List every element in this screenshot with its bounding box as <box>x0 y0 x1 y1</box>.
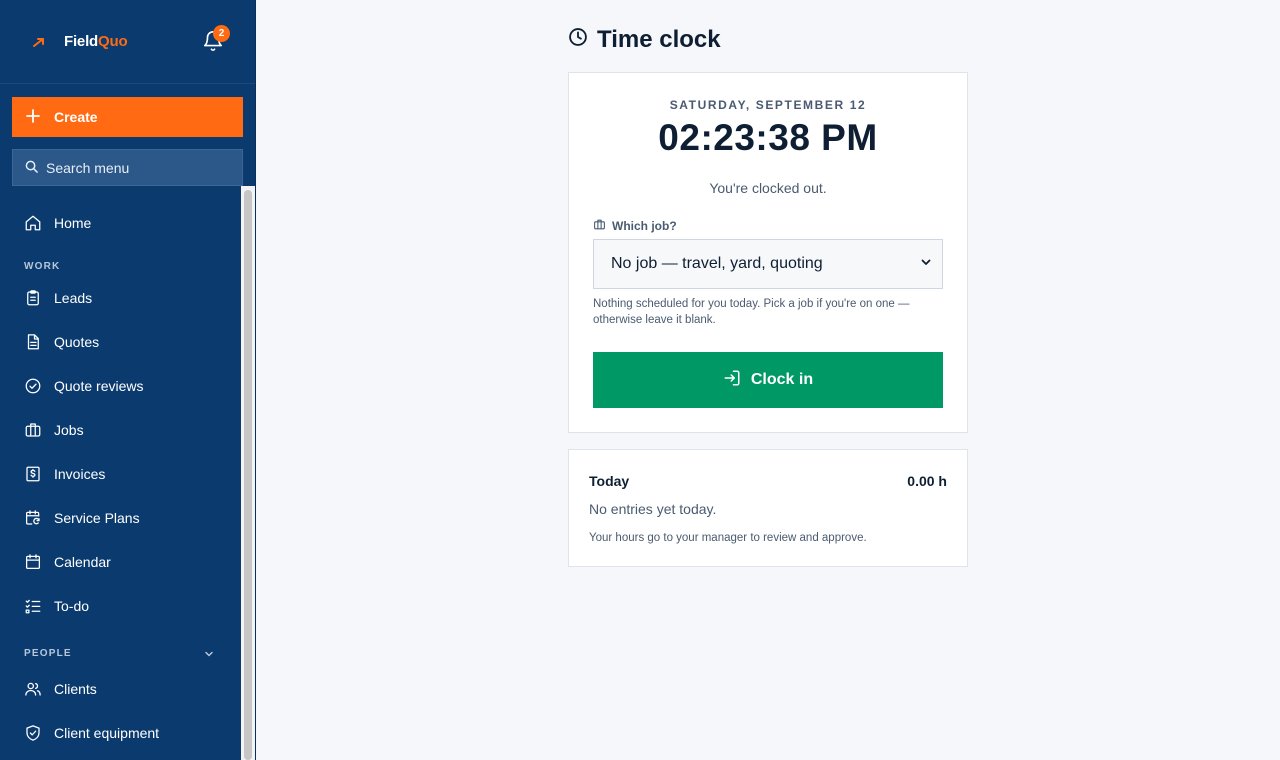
sidebar-item-label: Quotes <box>54 334 100 350</box>
invoice-dollar-icon <box>24 465 42 483</box>
home-icon <box>24 214 42 232</box>
users-icon <box>24 680 42 698</box>
search-menu-input[interactable]: Search menu <box>12 149 243 186</box>
logo-text: FieldQuo <box>64 33 128 50</box>
briefcase-icon <box>24 421 42 439</box>
sidebar-item-label: Client equipment <box>54 725 160 741</box>
create-button-label: Create <box>54 109 98 125</box>
sidebar-item-label: Clients <box>54 681 97 697</box>
document-icon <box>24 333 42 351</box>
current-date: SATURDAY, SEPTEMBER 12 <box>669 98 867 112</box>
sidebar-item-label: Service Plans <box>54 510 140 526</box>
shield-check-icon <box>24 724 42 742</box>
notification-badge: 2 <box>213 25 230 42</box>
section-label-work: WORK <box>24 261 61 272</box>
sidebar: FieldQuo 2 Create Search menu Home WORK … <box>0 0 256 760</box>
clipboard-icon <box>24 289 42 307</box>
job-field-label-text: Which job? <box>612 219 677 233</box>
check-circle-icon <box>24 377 42 395</box>
sidebar-item-service-plans[interactable]: Service Plans <box>24 506 140 530</box>
scrollbar-thumb[interactable] <box>244 190 252 760</box>
chevron-down-icon <box>920 255 932 273</box>
clock-in-label: Clock in <box>750 371 814 388</box>
calendar-icon <box>24 553 42 571</box>
sign-in-icon <box>723 369 741 392</box>
sidebar-item-quote-reviews[interactable]: Quote reviews <box>24 374 143 398</box>
sidebar-item-jobs[interactable]: Jobs <box>24 418 84 442</box>
create-button[interactable]: Create <box>12 97 243 137</box>
job-select[interactable]: No job — travel, yard, quoting <box>593 239 943 289</box>
clock-in-button[interactable]: Clock in <box>593 352 943 408</box>
search-icon <box>25 160 38 176</box>
sidebar-item-label: Home <box>54 215 92 231</box>
sidebar-item-client-equipment[interactable]: Client equipment <box>24 721 159 745</box>
today-empty-state: No entries yet today. <box>589 501 717 517</box>
page-title: Time clock <box>568 26 721 54</box>
current-time: 02:23:38 PM <box>658 117 878 158</box>
plus-icon <box>26 108 40 126</box>
job-select-value: No job — travel, yard, quoting <box>611 255 823 272</box>
page-title-text: Time clock <box>597 26 721 53</box>
sidebar-item-to-do[interactable]: To-do <box>24 594 89 618</box>
sidebar-item-home[interactable]: Home <box>24 211 91 235</box>
sidebar-item-calendar[interactable]: Calendar <box>24 550 111 574</box>
briefcase-icon <box>593 218 606 234</box>
sidebar-item-label: Quote reviews <box>54 378 144 394</box>
job-field-label: Which job? <box>593 218 677 234</box>
logo[interactable]: FieldQuo <box>28 31 128 53</box>
time-clock-card: SATURDAY, SEPTEMBER 12 02:23:38 PM You'r… <box>568 72 968 433</box>
brand-bar: FieldQuo 2 <box>0 0 255 84</box>
sidebar-item-label: Jobs <box>54 422 84 438</box>
sidebar-item-quotes[interactable]: Quotes <box>24 330 99 354</box>
job-hint: Nothing scheduled for you today. Pick a … <box>593 298 910 326</box>
sidebar-item-label: Invoices <box>54 466 106 482</box>
sidebar-item-label: To-do <box>54 598 90 614</box>
sidebar-item-clients[interactable]: Clients <box>24 677 97 701</box>
today-summary-card: Today 0.00 h No entries yet today. Your … <box>568 449 968 567</box>
logo-arrow-icon <box>28 31 50 53</box>
today-hours: 0.00 h <box>907 473 947 489</box>
sidebar-item-label: Calendar <box>54 554 111 570</box>
clock-status: You're clocked out. <box>709 180 827 196</box>
clock-icon <box>568 26 588 54</box>
search-placeholder: Search menu <box>46 159 130 176</box>
calendar-refresh-icon <box>24 509 42 527</box>
sidebar-item-leads[interactable]: Leads <box>24 286 92 310</box>
checklist-icon <box>24 597 42 615</box>
sidebar-item-label: Leads <box>54 290 93 306</box>
chevron-down-icon[interactable] <box>203 647 215 659</box>
today-label: Today <box>589 473 630 489</box>
sidebar-item-invoices[interactable]: Invoices <box>24 462 105 486</box>
section-label-people: PEOPLE <box>24 648 72 659</box>
manager-approval-note: Your hours go to your manager to review … <box>589 532 867 544</box>
